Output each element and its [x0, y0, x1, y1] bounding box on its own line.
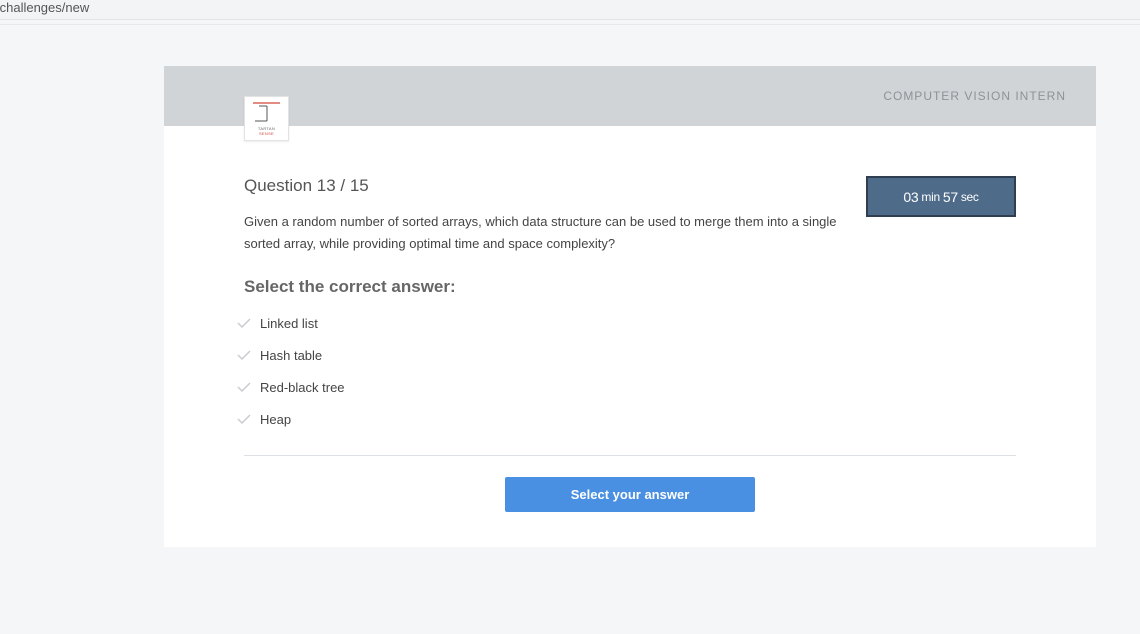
timer-min-unit: min	[921, 189, 940, 204]
select-answer-button[interactable]: Select your answer	[505, 477, 755, 512]
check-icon	[237, 382, 251, 393]
answer-option-label: Heap	[260, 411, 292, 427]
timer-minutes: 03	[903, 188, 919, 205]
logo-text-line2: SENSE	[258, 131, 275, 136]
company-logo: TARTAN SENSE	[244, 96, 289, 141]
browser-address-bar[interactable]: /challenges/new	[0, 0, 1140, 20]
question-text: Given a random number of sorted arrays, …	[244, 214, 837, 251]
tartan-sense-logo-icon	[253, 102, 280, 122]
answer-option-label: Red-black tree	[260, 379, 345, 395]
url-text: /challenges/new	[0, 0, 90, 15]
countdown-timer: 03 min 57 sec	[866, 176, 1016, 217]
check-icon	[237, 414, 251, 425]
answer-option[interactable]: Hash table	[236, 344, 536, 366]
question-number: Question 13 / 15	[244, 176, 369, 195]
answer-option-label: Linked list	[260, 315, 318, 331]
answer-option[interactable]: Red-black tree	[236, 376, 536, 398]
divider-line	[0, 24, 1140, 25]
card-header: COMPUTER VISION INTERN	[164, 66, 1096, 126]
timer-sec-unit: sec	[960, 189, 979, 204]
answer-option-label: Hash table	[260, 347, 323, 363]
check-icon	[237, 318, 251, 329]
timer-seconds: 57	[942, 188, 958, 205]
challenge-card: COMPUTER VISION INTERN TARTAN SENSE Ques…	[164, 66, 1096, 547]
answer-option[interactable]: Heap	[236, 408, 536, 430]
answer-option[interactable]: Linked list	[236, 312, 536, 334]
answer-prompt: Select the correct answer:	[244, 277, 456, 296]
check-icon	[237, 350, 251, 361]
role-title: COMPUTER VISION INTERN	[883, 89, 1066, 103]
section-divider	[244, 455, 1016, 456]
